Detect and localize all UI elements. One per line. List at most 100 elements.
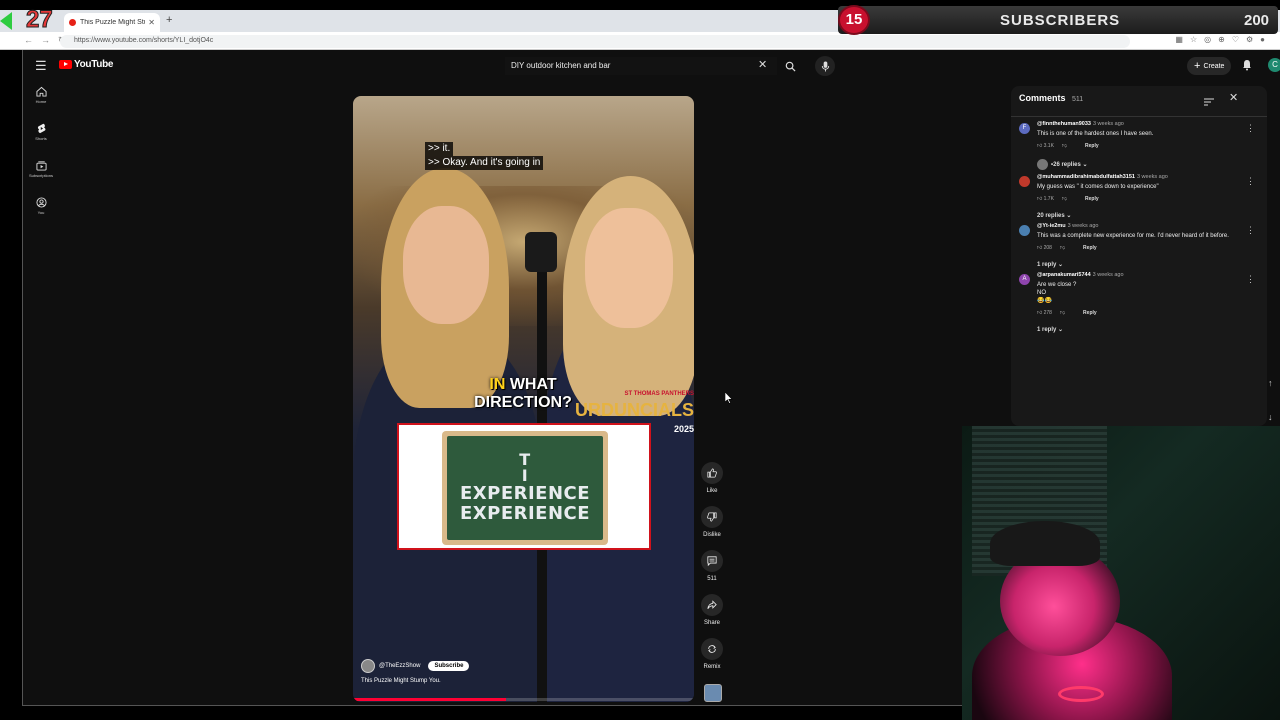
search-button[interactable] <box>779 56 801 76</box>
tab-close-icon[interactable]: ✕ <box>148 18 155 27</box>
video-tripod-head <box>525 232 557 272</box>
short-video-player[interactable]: >> it. >> Okay. And it's going in ST THO… <box>353 96 694 702</box>
webcam-light-ring <box>1058 686 1104 702</box>
view-replies-button[interactable]: • 26 replies ⌄ <box>1037 159 1243 170</box>
video-progress-fill <box>353 698 507 701</box>
sidebar-item-subscriptions[interactable]: Subscriptions <box>23 160 59 197</box>
youtube-logo[interactable]: YouTube <box>59 59 114 70</box>
sort-comments-button[interactable] <box>1204 93 1214 111</box>
bell-icon <box>1243 60 1251 71</box>
account-avatar[interactable]: C <box>1268 58 1280 72</box>
search-input[interactable]: DIY outdoor kitchen and bar <box>505 57 777 75</box>
video-progress-bar[interactable] <box>353 698 694 701</box>
dislike-label: Dislike <box>703 532 721 538</box>
commenter-avatar[interactable] <box>1019 176 1030 187</box>
comment-time[interactable]: 3 weeks ago <box>1093 272 1124 278</box>
subscriptions-icon <box>35 161 47 171</box>
comment-like-count: 278 <box>1043 310 1052 316</box>
sound-thumbnail[interactable] <box>704 684 722 702</box>
puzzle-card: T I EXPERIENCE EXPERIENCE <box>397 423 651 550</box>
new-tab-icon[interactable]: + <box>166 14 172 26</box>
sidebar-item-shorts[interactable]: Shorts <box>23 123 59 160</box>
streamer-webcam <box>962 426 1280 720</box>
create-button[interactable]: + Create <box>1187 57 1232 75</box>
comment-like-button[interactable]: 👍︎ 278 <box>1037 310 1052 316</box>
comment-text: My guess was " it comes down to experien… <box>1037 183 1243 191</box>
like-button[interactable]: Like <box>699 462 725 506</box>
comment-author[interactable]: @arpanakumari5744 <box>1037 272 1091 278</box>
comment-reply-button[interactable]: Reply <box>1085 196 1099 202</box>
board-line: EXPERIENCE <box>459 503 591 524</box>
comment-reply-button[interactable]: Reply <box>1083 310 1097 316</box>
share-button[interactable]: Share <box>699 594 725 638</box>
url-field[interactable]: https://www.youtube.com/shorts/YLI_dotjO… <box>60 35 1130 48</box>
video-person-left-face <box>403 206 489 324</box>
comments-count: 511 <box>707 576 717 582</box>
sidebar-item-home[interactable]: Home <box>23 86 59 123</box>
home-icon <box>35 86 47 97</box>
clear-search-icon[interactable]: ✕ <box>758 58 767 71</box>
comment-more-icon[interactable]: ⋮ <box>1246 274 1255 285</box>
comment-icon <box>707 556 717 566</box>
dislike-button[interactable]: Dislike <box>699 506 725 550</box>
view-replies-button[interactable]: 1 reply ⌄ <box>1037 326 1243 334</box>
notifications-button[interactable] <box>1242 58 1252 76</box>
comment-time[interactable]: 3 weeks ago <box>1137 174 1168 180</box>
commenter-avatar[interactable]: F <box>1019 123 1030 134</box>
sidebar-item-you[interactable]: You <box>23 197 59 234</box>
channel-row: @TheEzzShow Subscribe <box>361 659 661 673</box>
comment-author[interactable]: @Yt-ie2mu <box>1037 223 1066 229</box>
view-replies-button[interactable]: 20 replies ⌄ <box>1037 212 1243 220</box>
subscriber-count: 15 <box>838 5 870 35</box>
comments-header: Comments 511 <box>1019 93 1083 103</box>
close-comments-icon[interactable]: ✕ <box>1229 91 1238 104</box>
comment-like-button[interactable]: 👍︎ 1.7K <box>1037 196 1054 202</box>
remix-button[interactable]: Remix <box>699 638 725 682</box>
comment-author[interactable]: @muhammadibrahimabdulfattah3151 <box>1037 174 1135 180</box>
webcam-person-hat <box>990 521 1100 566</box>
video-title[interactable]: This Puzzle Might Stump You. <box>361 678 661 684</box>
stream-counter: 27 <box>0 6 64 34</box>
comment-dislike-icon[interactable]: 👎︎ <box>1060 310 1065 316</box>
comment-time[interactable]: 3 weeks ago <box>1093 121 1124 127</box>
scroll-up-icon[interactable]: ↑ <box>1268 378 1273 388</box>
comment-item: A @arpanakumari5744 3 weeks ago Are we clos… <box>1011 272 1267 333</box>
comment-more-icon[interactable]: ⋮ <box>1246 225 1255 236</box>
comment-like-count: 208 <box>1043 245 1052 251</box>
comment-like-count: 3.1K <box>1043 143 1054 149</box>
comment-dislike-icon[interactable]: 👎︎ <box>1060 245 1065 251</box>
subscribe-button[interactable]: Subscribe <box>428 661 470 671</box>
remix-icon <box>708 645 716 653</box>
browser-extension-icons[interactable]: ▦☆◎⊕♡⚙● <box>1175 35 1272 44</box>
voice-search-button[interactable] <box>815 56 835 76</box>
subscriber-label: SUBSCRIBERS <box>1000 12 1121 29</box>
comment-like-button[interactable]: 👍︎ 3.1K <box>1037 143 1054 149</box>
scroll-down-icon[interactable]: ↓ <box>1268 412 1273 422</box>
comments-button[interactable]: 511 <box>699 550 725 594</box>
commenter-avatar[interactable]: A <box>1019 274 1030 285</box>
youtube-favicon-icon <box>69 19 76 26</box>
remix-label: Remix <box>703 664 721 670</box>
comment-reply-button[interactable]: Reply <box>1083 245 1097 251</box>
view-replies-button[interactable]: 1 reply ⌄ <box>1037 261 1243 269</box>
browser-tab[interactable]: This Puzzle Might Stump ✕ <box>64 13 160 32</box>
comment-more-icon[interactable]: ⋮ <box>1246 176 1255 187</box>
replies-count: 1 reply <box>1037 326 1057 333</box>
youtube-topbar: ☰ YouTube DIY outdoor kitchen and bar ✕ … <box>23 50 1280 82</box>
comment-text-line: 😂😂 <box>1037 298 1052 304</box>
comment-time[interactable]: 3 weeks ago <box>1068 223 1099 229</box>
comment-dislike-icon[interactable]: 👎︎ <box>1062 143 1067 149</box>
commenter-avatar[interactable] <box>1019 225 1030 236</box>
comment-like-button[interactable]: 👍︎ 208 <box>1037 245 1052 251</box>
channel-avatar[interactable] <box>361 659 375 673</box>
board-line: EXPERIENCE <box>459 483 591 504</box>
comment-reply-button[interactable]: Reply <box>1085 143 1099 149</box>
comment-more-icon[interactable]: ⋮ <box>1246 123 1255 134</box>
plus-icon: + <box>1194 60 1201 72</box>
youtube-play-icon <box>59 60 72 69</box>
comment-dislike-icon[interactable]: 👎︎ <box>1062 196 1067 202</box>
comment-author[interactable]: @finnthehuman9033 <box>1037 121 1091 127</box>
video-question: IN WHAT DIRECTION? <box>433 376 613 412</box>
hamburger-menu-icon[interactable]: ☰ <box>35 58 47 74</box>
channel-name[interactable]: @TheEzzShow <box>379 663 420 669</box>
